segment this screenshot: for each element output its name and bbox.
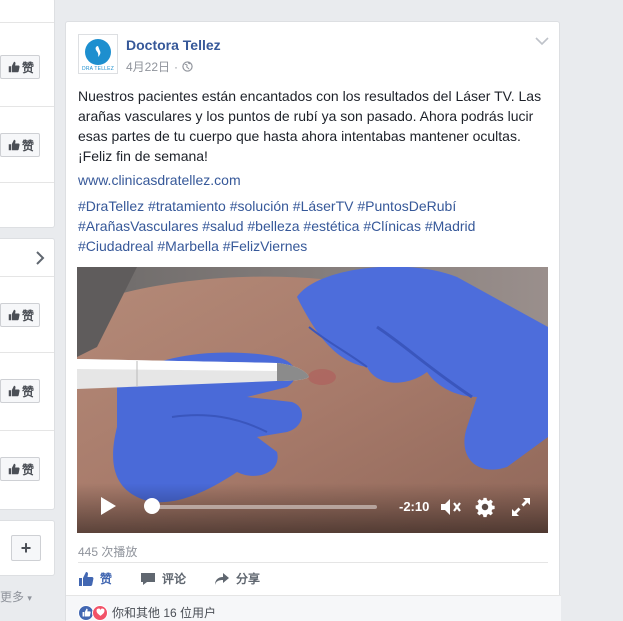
post-link[interactable]: www.clinicasdratellez.com bbox=[78, 172, 241, 188]
reactions-text: 你和其他 16 位用户 bbox=[112, 606, 217, 620]
reaction-summary[interactable]: 你和其他 16 位用户 bbox=[78, 604, 216, 621]
more-label: 更多 bbox=[0, 590, 25, 604]
fullscreen-icon[interactable] bbox=[510, 496, 532, 518]
view-count: 445 次播放 bbox=[78, 545, 138, 559]
list-item: 赞 bbox=[0, 431, 54, 509]
meta-separator: · bbox=[174, 59, 179, 74]
progress-bar[interactable] bbox=[145, 505, 377, 509]
thumbs-up-icon bbox=[8, 309, 20, 321]
chevron-down-icon[interactable] bbox=[535, 36, 549, 46]
post-meta: 4月22日 · bbox=[126, 58, 193, 75]
left-card-top: 赞 赞 bbox=[0, 0, 55, 228]
video-player[interactable]: -2:10 bbox=[77, 267, 548, 533]
post-actions: 赞 评论 分享 bbox=[78, 562, 548, 594]
like-button[interactable]: 赞 bbox=[0, 55, 40, 79]
like-label: 赞 bbox=[21, 138, 34, 153]
more-link[interactable]: 更多 ▾ bbox=[0, 588, 32, 605]
list-item bbox=[0, 0, 54, 23]
comment-label: 评论 bbox=[162, 572, 187, 586]
comment-button[interactable]: 评论 bbox=[140, 570, 186, 587]
like-button[interactable]: 赞 bbox=[0, 133, 40, 157]
like-action-label: 赞 bbox=[100, 572, 113, 586]
left-card-bottom: + bbox=[0, 520, 55, 576]
video-controls: -2:10 bbox=[77, 483, 548, 533]
post-header: DRA TELLEZ Doctora Tellez 4月22日 · bbox=[66, 22, 559, 82]
thumbs-up-icon bbox=[79, 571, 94, 586]
thumbs-up-icon bbox=[8, 385, 20, 397]
like-button[interactable]: 赞 bbox=[0, 457, 40, 481]
list-item: 赞 bbox=[0, 277, 54, 353]
like-label: 赞 bbox=[21, 462, 34, 477]
post-card: DRA TELLEZ Doctora Tellez 4月22日 · Nuestr… bbox=[65, 21, 561, 621]
chevron-right-icon[interactable] bbox=[34, 251, 46, 265]
avatar-brand: DRA TELLEZ bbox=[82, 65, 114, 72]
post-body: Nuestros pacientes están encantados con … bbox=[78, 88, 542, 164]
caret-down-icon: ▾ bbox=[27, 593, 32, 603]
like-button[interactable]: 赞 bbox=[0, 379, 40, 403]
share-icon bbox=[215, 572, 230, 585]
reactions-bar: 你和其他 16 位用户 bbox=[66, 595, 561, 621]
list-item bbox=[0, 183, 54, 227]
globe-icon[interactable] bbox=[182, 61, 193, 72]
list-item: 赞 bbox=[0, 353, 54, 431]
left-card-middle: 赞 赞 赞 bbox=[0, 238, 55, 510]
progress-handle[interactable] bbox=[143, 498, 160, 514]
post-hashtags[interactable]: #DraTellez #tratamiento #solución #Láser… bbox=[78, 196, 548, 256]
like-label: 赞 bbox=[21, 384, 34, 399]
share-label: 分享 bbox=[236, 572, 261, 586]
gear-icon[interactable] bbox=[474, 496, 496, 518]
post-date[interactable]: 4月22日 bbox=[126, 58, 170, 75]
comment-icon bbox=[141, 572, 156, 585]
avatar[interactable]: DRA TELLEZ bbox=[78, 34, 118, 74]
list-item[interactable] bbox=[0, 239, 54, 277]
like-button[interactable]: 赞 bbox=[0, 303, 40, 327]
heart-icon bbox=[92, 604, 108, 621]
add-button[interactable]: + bbox=[11, 535, 41, 561]
like-action-button[interactable]: 赞 bbox=[78, 570, 112, 587]
time-remaining: -2:10 bbox=[399, 499, 430, 514]
list-item: 赞 bbox=[0, 107, 54, 183]
thumbs-up-icon bbox=[8, 463, 20, 475]
like-label: 赞 bbox=[21, 60, 34, 75]
post-author[interactable]: Doctora Tellez bbox=[126, 37, 221, 53]
thumbs-up-icon bbox=[8, 61, 20, 73]
mute-icon[interactable] bbox=[440, 497, 462, 517]
play-icon[interactable] bbox=[99, 496, 117, 516]
share-button[interactable]: 分享 bbox=[214, 570, 260, 587]
thumbs-up-icon bbox=[8, 139, 20, 151]
logo-icon bbox=[85, 38, 111, 65]
list-item: 赞 bbox=[0, 23, 54, 107]
like-label: 赞 bbox=[21, 308, 34, 323]
